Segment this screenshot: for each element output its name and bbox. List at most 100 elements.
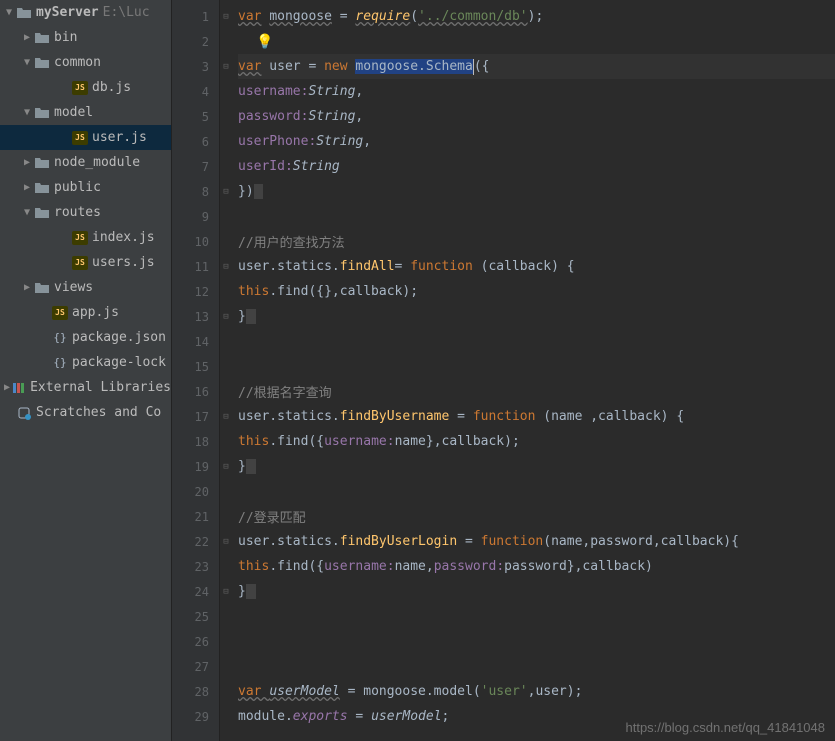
tree-item-users-js[interactable]: JSusers.js <box>0 250 171 275</box>
code-line[interactable]: 💡 <box>238 29 835 54</box>
tree-item-label: node_module <box>54 155 140 170</box>
chevron-down-icon[interactable]: ▼ <box>20 107 34 118</box>
folder-icon <box>34 105 50 121</box>
code-line[interactable]: user.statics.findByUserLogin = function(… <box>238 529 835 554</box>
tree-item-views[interactable]: ▶views <box>0 275 171 300</box>
code-line[interactable] <box>238 329 835 354</box>
tree-item-common[interactable]: ▼common <box>0 50 171 75</box>
code-line[interactable]: password:String, <box>238 104 835 129</box>
fold-end-icon[interactable]: ⊟ <box>220 579 232 604</box>
json-file-icon: {} <box>52 330 68 346</box>
code-line[interactable] <box>238 604 835 629</box>
line-number: 19 <box>172 454 219 479</box>
fold-end-icon[interactable]: ⊟ <box>220 454 232 479</box>
tree-item-bin[interactable]: ▶bin <box>0 25 171 50</box>
tree-root[interactable]: ▼ myServer E:\Luc <box>0 0 171 25</box>
code-line[interactable] <box>238 479 835 504</box>
js-file-icon: JS <box>72 255 88 271</box>
external-libraries[interactable]: ▶ External Libraries <box>0 375 171 400</box>
line-number: 25 <box>172 604 219 629</box>
code-line[interactable]: } <box>238 304 835 329</box>
code-line[interactable]: user.statics.findByUsername = function (… <box>238 404 835 429</box>
json-file-icon: {} <box>52 355 68 371</box>
tree-item-node_module[interactable]: ▶ node_module <box>0 150 171 175</box>
fold-icon[interactable]: ⊟ <box>220 54 232 79</box>
code-editor[interactable]: 1234567891011121314151617181920212223242… <box>172 0 835 741</box>
code-line[interactable]: //登录匹配 <box>238 504 835 529</box>
tree-item-routes[interactable]: ▼routes <box>0 200 171 225</box>
chevron-right-icon[interactable]: ▶ <box>20 182 34 193</box>
line-number: 7 <box>172 154 219 179</box>
line-number: 8 <box>172 179 219 204</box>
fold-end-icon[interactable]: ⊟ <box>220 304 232 329</box>
fold-gutter[interactable]: ⊟ ⊟ ⊟ ⊟ ⊟ ⊟ ⊟ ⊟ ⊟ <box>220 0 232 741</box>
code-line[interactable]: var user = new mongoose.Schema({ <box>238 54 835 79</box>
project-tree[interactable]: ▼ myServer E:\Luc ▶bin▼common JS db.js ▼mod… <box>0 0 172 741</box>
line-number: 26 <box>172 629 219 654</box>
code-line[interactable] <box>238 629 835 654</box>
code-line[interactable]: } <box>238 579 835 604</box>
line-number: 21 <box>172 504 219 529</box>
code-content[interactable]: var mongoose = require('../common/db'); … <box>232 0 835 741</box>
intention-bulb-icon[interactable]: 💡 <box>238 34 273 50</box>
code-line[interactable]: //用户的查找方法 <box>238 229 835 254</box>
scratch-icon <box>16 405 32 421</box>
chevron-down-icon[interactable]: ▼ <box>20 57 34 68</box>
chevron-right-icon[interactable]: ▶ <box>20 32 34 43</box>
line-number: 15 <box>172 354 219 379</box>
folder-icon <box>34 55 50 71</box>
code-line[interactable]: username:String, <box>238 79 835 104</box>
tree-item-package-json[interactable]: {}package.json <box>0 325 171 350</box>
chevron-right-icon[interactable]: ▶ <box>20 157 34 168</box>
fold-icon[interactable]: ⊟ <box>220 254 232 279</box>
code-line[interactable]: this.find({},callback); <box>238 279 835 304</box>
tree-item-db-js[interactable]: JS db.js <box>0 75 171 100</box>
code-line[interactable]: this.find({username:name,password:passwo… <box>238 554 835 579</box>
tree-item-package-lock[interactable]: {}package-lock <box>0 350 171 375</box>
code-line[interactable]: this.find({username:name},callback); <box>238 429 835 454</box>
fold-end-icon[interactable]: ⊟ <box>220 179 232 204</box>
tree-item-app-js[interactable]: JSapp.js <box>0 300 171 325</box>
folder-icon <box>34 280 50 296</box>
library-icon <box>12 380 26 396</box>
tree-item-user-js[interactable]: JSuser.js <box>0 125 171 150</box>
fold-icon[interactable]: ⊟ <box>220 529 232 554</box>
tree-item-model[interactable]: ▼model <box>0 100 171 125</box>
code-line[interactable]: userPhone:String, <box>238 129 835 154</box>
line-number: 3 <box>172 54 219 79</box>
code-line[interactable]: }) <box>238 179 835 204</box>
line-number: 9 <box>172 204 219 229</box>
watermark: https://blog.csdn.net/qq_41841048 <box>626 720 826 735</box>
code-line[interactable] <box>238 354 835 379</box>
code-line[interactable]: } <box>238 454 835 479</box>
chevron-right-icon: ▶ <box>2 382 12 393</box>
line-number: 14 <box>172 329 219 354</box>
code-line[interactable]: userId:String <box>238 154 835 179</box>
folder-icon <box>16 5 32 21</box>
fold-icon[interactable]: ⊟ <box>220 404 232 429</box>
code-line[interactable]: user.statics.findAll= function (callback… <box>238 254 835 279</box>
scratches[interactable]: Scratches and Co <box>0 400 171 425</box>
code-line[interactable]: //根据名字查询 <box>238 379 835 404</box>
js-file-icon: JS <box>72 80 88 96</box>
tree-item-label: public <box>54 180 101 195</box>
code-line[interactable] <box>238 204 835 229</box>
js-file-icon: JS <box>72 230 88 246</box>
line-number: 23 <box>172 554 219 579</box>
tree-item-index-js[interactable]: JSindex.js <box>0 225 171 250</box>
line-number: 10 <box>172 229 219 254</box>
js-file-icon: JS <box>52 305 68 321</box>
tree-item-public[interactable]: ▶ public <box>0 175 171 200</box>
code-line[interactable]: var userModel = mongoose.model('user',us… <box>238 679 835 704</box>
code-line[interactable]: var mongoose = require('../common/db'); <box>238 4 835 29</box>
code-line[interactable] <box>238 654 835 679</box>
line-number-gutter: 1234567891011121314151617181920212223242… <box>172 0 220 741</box>
line-number: 11 <box>172 254 219 279</box>
line-number: 12 <box>172 279 219 304</box>
chevron-right-icon[interactable]: ▶ <box>20 282 34 293</box>
fold-icon[interactable]: ⊟ <box>220 4 232 29</box>
tree-item-label: db.js <box>92 80 131 95</box>
chevron-down-icon[interactable]: ▼ <box>20 207 34 218</box>
tree-root-path: E:\Luc <box>103 5 150 20</box>
line-number: 5 <box>172 104 219 129</box>
